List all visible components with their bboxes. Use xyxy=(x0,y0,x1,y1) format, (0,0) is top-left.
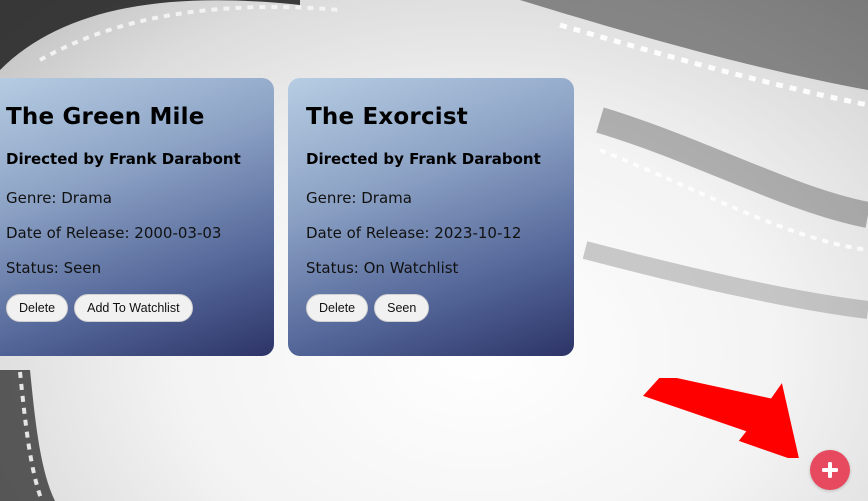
add-movie-button[interactable] xyxy=(810,450,850,490)
movie-director: Directed by Frank Darabont xyxy=(306,150,541,168)
movie-status: Status: On Watchlist xyxy=(306,259,459,277)
red-arrow-icon xyxy=(643,378,800,458)
movie-card-actions: Delete Seen xyxy=(306,294,556,322)
movie-status: Status: Seen xyxy=(6,259,102,277)
movie-release-date: Date of Release: 2023-10-12 xyxy=(306,224,522,242)
movie-card: The Green Mile Directed by Frank Darabon… xyxy=(0,78,274,356)
plus-icon xyxy=(822,462,838,478)
movie-card-actions: Delete Add To Watchlist xyxy=(6,294,256,322)
seen-button[interactable]: Seen xyxy=(374,294,430,322)
movie-title: The Green Mile xyxy=(6,104,205,130)
movie-title: The Exorcist xyxy=(306,104,468,130)
delete-button[interactable]: Delete xyxy=(6,294,69,322)
movie-release-date: Date of Release: 2000-03-03 xyxy=(6,224,222,242)
delete-button[interactable]: Delete xyxy=(306,294,369,322)
movie-card-list: The Green Mile Directed by Frank Darabon… xyxy=(0,78,574,356)
movie-genre: Genre: Drama xyxy=(306,189,412,207)
app-background: The Green Mile Directed by Frank Darabon… xyxy=(0,0,868,501)
movie-director: Directed by Frank Darabont xyxy=(6,150,241,168)
movie-card: The Exorcist Directed by Frank Darabont … xyxy=(288,78,574,356)
add-to-watchlist-button[interactable]: Add To Watchlist xyxy=(74,294,193,322)
movie-genre: Genre: Drama xyxy=(6,189,112,207)
